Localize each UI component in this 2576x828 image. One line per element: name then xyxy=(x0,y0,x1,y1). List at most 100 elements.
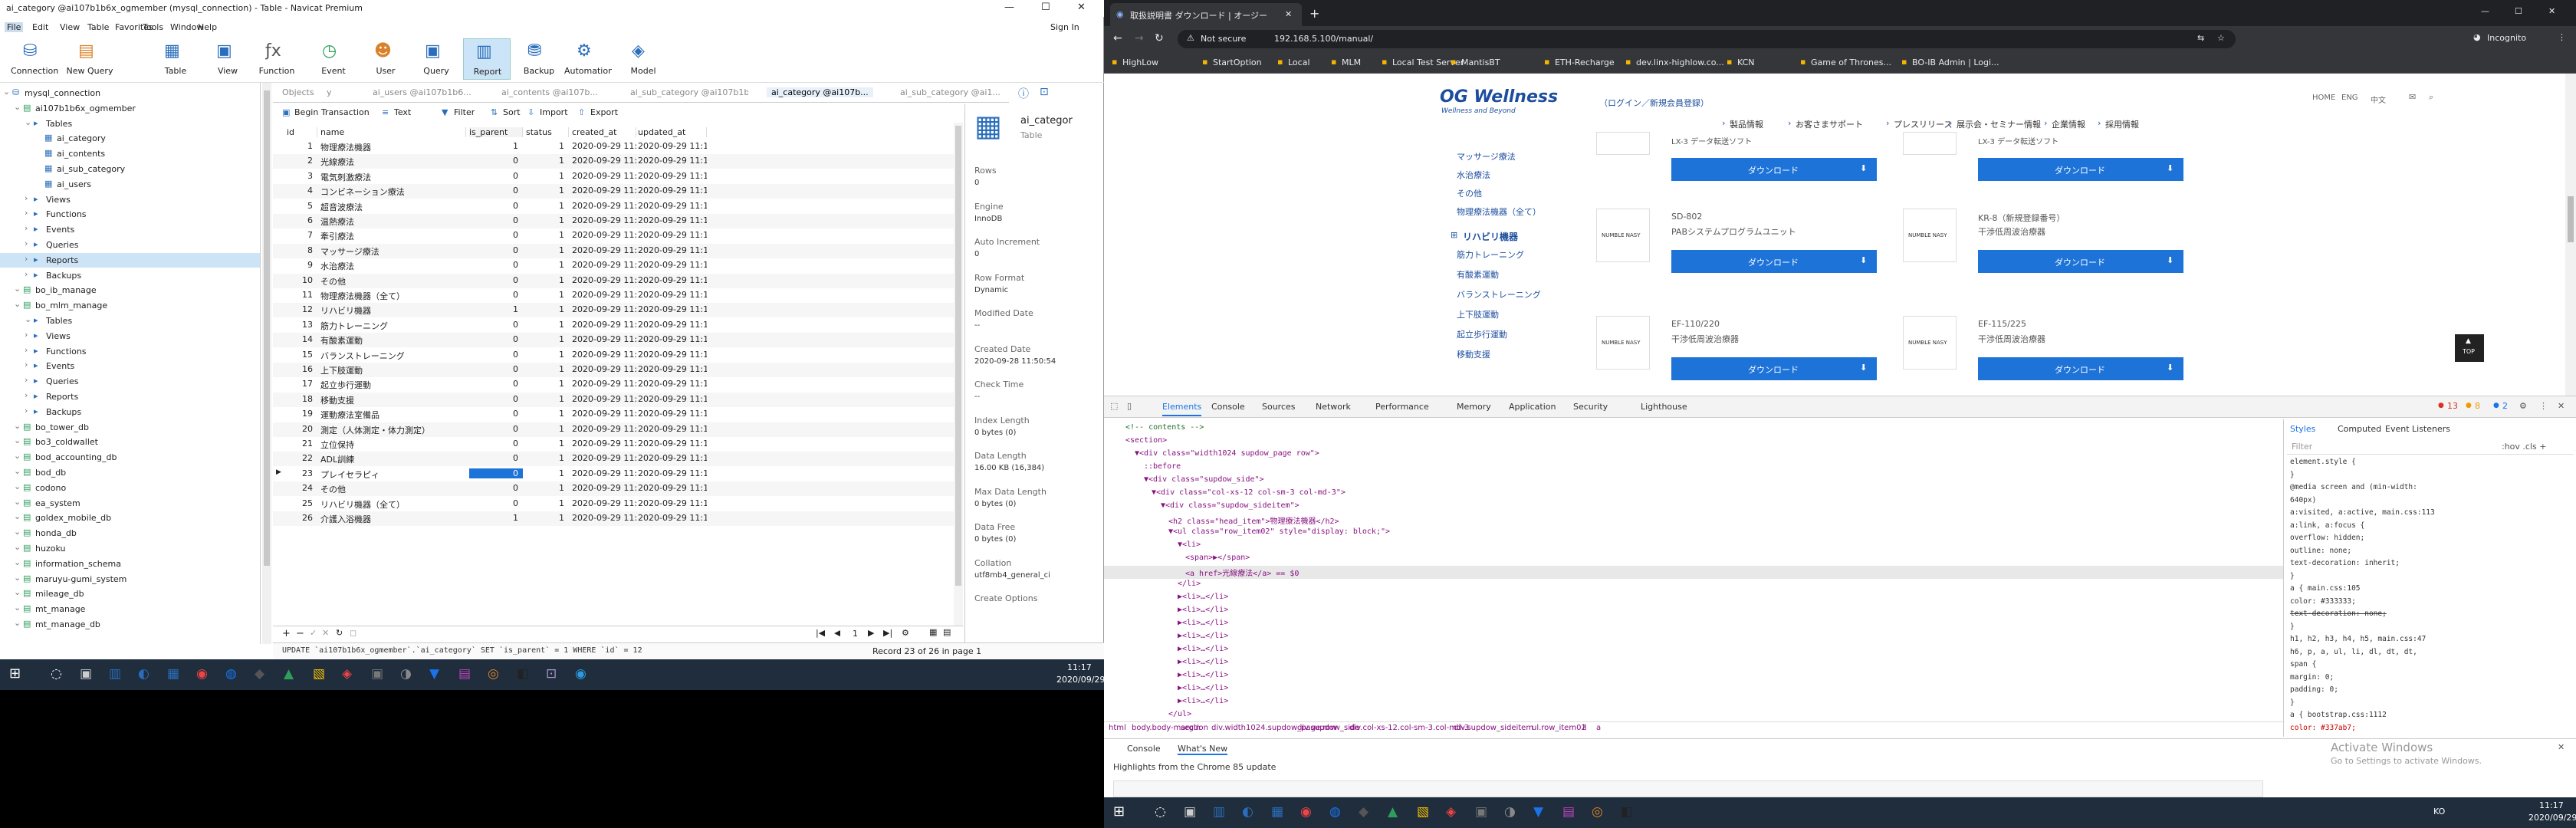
dom-line[interactable]: ▶<li>…</li> xyxy=(1104,592,2283,605)
cell-name[interactable]: マッサージ療法 xyxy=(320,245,466,258)
tab-5[interactable]: ai_category @ai107b... xyxy=(767,87,873,97)
cell-name[interactable]: 電気刺激療法 xyxy=(320,171,466,183)
cell-updated_at[interactable]: 2020-09-29 11:17 xyxy=(638,215,707,225)
chrome-minimize-icon[interactable]: — xyxy=(2481,6,2489,16)
dom-line[interactable]: ::before xyxy=(1104,462,2283,475)
styles-tab-0[interactable]: Styles xyxy=(2290,424,2315,434)
taskbar-app-icon[interactable]: ▣ xyxy=(1184,804,1196,820)
sidebar-link[interactable]: マッサージ療法 xyxy=(1457,150,1516,163)
dom-line[interactable]: ▼<ul class="row_item02" style="display: … xyxy=(1104,527,2283,540)
cell-name[interactable]: リハビリ機器（全て） xyxy=(320,498,466,511)
tree-item-bo-mlm-manage[interactable]: ⌄ ▤ bo_mlm_manage xyxy=(0,298,260,313)
devtools-tab-memory[interactable]: Memory xyxy=(1457,402,1491,412)
mail-icon[interactable]: ✉ xyxy=(2409,92,2416,102)
cell-created_at[interactable]: 2020-09-29 11:1 xyxy=(572,171,636,181)
cell-updated_at[interactable]: 2020-09-29 11:17 xyxy=(638,350,707,360)
tree-item-ai-users[interactable]: ▦ ai_users xyxy=(0,177,260,192)
breadcrumb-item[interactable]: div.supdow_sideitem xyxy=(1454,724,1533,732)
table-row[interactable]: 3 電気刺激療法 0 1 2020-09-29 11:1 2020-09-29 11:17 xyxy=(273,169,957,184)
tree-item-functions[interactable]: › ▸ Functions xyxy=(0,207,260,222)
tree-item-reports[interactable]: › ▸ Reports xyxy=(0,389,260,404)
cell-is_parent[interactable]: 0 xyxy=(469,245,523,255)
cell-id[interactable]: 15 xyxy=(287,350,317,360)
cell-status[interactable]: 1 xyxy=(526,141,569,151)
dom-line[interactable]: ▶<li>…</li> xyxy=(1104,683,2283,696)
bookmark-2[interactable]: Local xyxy=(1288,58,1310,67)
toolbar-model-button[interactable]: ◈ Model xyxy=(619,38,667,80)
cell-status[interactable]: 1 xyxy=(526,409,569,419)
cell-id[interactable]: 23 xyxy=(287,468,317,478)
cell-status[interactable]: 1 xyxy=(526,379,569,389)
menu-file[interactable]: File xyxy=(5,22,24,32)
table-row[interactable]: 15 バランストレーニング 0 1 2020-09-29 11:1 2020-09-29 … xyxy=(273,348,957,363)
cell-is_parent[interactable]: 0 xyxy=(469,186,523,196)
cell-is_parent[interactable]: 0 xyxy=(469,453,523,463)
toolbar-new-query-button[interactable]: ▤ New Query xyxy=(66,38,113,80)
forward-icon[interactable]: → xyxy=(1135,32,1144,44)
dom-line[interactable]: ▼<div class="col-xs-12 col-sm-3 col-md-3… xyxy=(1104,488,2283,501)
tree-item-mysql-connection[interactable]: ⌄ ⛁ mysql_connection xyxy=(0,86,260,100)
cell-name[interactable]: 温熱療法 xyxy=(320,215,466,228)
tree-item-events[interactable]: › ▸ Events xyxy=(0,222,260,237)
table-row[interactable]: 14 有酸素運動 0 1 2020-09-29 11:1 2020-09-29 11:17 xyxy=(273,333,957,348)
dom-line[interactable]: ▼<div class="width1024 supdow_page row"> xyxy=(1104,449,2283,462)
cell-created_at[interactable]: 2020-09-29 11:1 xyxy=(572,453,636,463)
subtoolbar-text-button[interactable]: Text xyxy=(394,107,411,117)
cell-name[interactable]: 牽引療法 xyxy=(320,230,466,242)
sidebar-link[interactable]: 物理療法機器（全て） xyxy=(1457,205,1541,218)
cell-is_parent[interactable]: 0 xyxy=(469,334,523,344)
site-nav-item[interactable]: 企業情報 xyxy=(2052,118,2085,130)
taskbar-app-icon[interactable]: ◐ xyxy=(138,666,150,682)
cell-name[interactable]: その他 xyxy=(320,483,466,495)
dom-line[interactable]: <!-- contents --> xyxy=(1104,422,2283,435)
bookmark-3[interactable]: MLM xyxy=(1342,58,1361,67)
breadcrumb-item[interactable]: div.col-xs-12.col-sm-3.col-md-3 xyxy=(1349,724,1469,732)
tab-3[interactable]: ai_contents @ai107b... xyxy=(497,87,603,97)
sidebar-link[interactable]: 有酸素運動 xyxy=(1457,268,1499,281)
cell-created_at[interactable]: 2020-09-29 11:1 xyxy=(572,498,636,508)
toolbar-backup-button[interactable]: ⛃ Backup xyxy=(515,38,563,80)
cell-name[interactable]: バランストレーニング xyxy=(320,350,466,362)
download-button[interactable]: ダウンロード ⬇ xyxy=(1978,158,2183,181)
tree-item-backups[interactable]: › ▸ Backups xyxy=(0,405,260,419)
product-thumb[interactable]: NUMBLE NASY xyxy=(1596,209,1650,262)
cell-updated_at[interactable]: 2020-09-29 11:17 xyxy=(638,379,707,389)
cell-name[interactable]: プレイセラピィ xyxy=(320,468,466,481)
tab-0[interactable]: Objects xyxy=(278,87,319,97)
new-tab-icon[interactable]: + xyxy=(1309,6,1319,21)
taskbar-app-icon[interactable]: ▼ xyxy=(429,666,439,682)
cell-updated_at[interactable]: 2020-09-29 11:17 xyxy=(638,424,707,434)
cell-created_at[interactable]: 2020-09-29 11:1 xyxy=(572,320,636,330)
taskbar-app-icon[interactable]: ◑ xyxy=(400,666,412,682)
devtools-tab-elements[interactable]: Elements xyxy=(1162,402,1202,416)
page-number[interactable]: 1 xyxy=(853,629,858,639)
devtools-close-icon[interactable]: ✕ xyxy=(2558,401,2564,411)
cell-id[interactable]: 2 xyxy=(287,156,317,166)
breadcrumb-item[interactable]: html xyxy=(1109,724,1126,732)
table-row[interactable]: 16 上下肢運動 0 1 2020-09-29 11:1 2020-09-29 11:17 xyxy=(273,363,957,377)
cell-name[interactable]: 運動療法室備品 xyxy=(320,409,466,421)
cell-id[interactable]: 20 xyxy=(287,424,317,434)
taskbar-app-icon[interactable]: ▧ xyxy=(313,666,325,682)
cell-name[interactable]: 上下肢運動 xyxy=(320,364,466,376)
tree-item-bod-accounting-db[interactable]: ⌄ ▤ bod_accounting_db xyxy=(0,450,260,465)
subtoolbar-filter-button[interactable]: Filter xyxy=(454,107,475,117)
windows-start-icon[interactable]: ⊞ xyxy=(1113,803,1125,820)
cell-updated_at[interactable]: 2020-09-29 11:17 xyxy=(638,513,707,523)
table-row[interactable]: 12 リハビリ機器 1 1 2020-09-29 11:1 2020-09-29 11:1… xyxy=(273,303,957,318)
download-button[interactable]: ダウンロード ⬇ xyxy=(1671,158,1877,181)
cell-updated_at[interactable]: 2020-09-29 11:17 xyxy=(638,394,707,404)
cell-id[interactable]: 25 xyxy=(287,498,317,508)
column-header-id[interactable]: id xyxy=(287,127,317,137)
star-icon[interactable]: ☆ xyxy=(2217,33,2225,43)
table-row[interactable]: 18 移動支援 0 1 2020-09-29 11:1 2020-09-29 11:17 xyxy=(273,392,957,407)
toolbar-query-button[interactable]: ▣ Query xyxy=(412,38,460,80)
cell-created_at[interactable]: 2020-09-29 11:1 xyxy=(572,424,636,434)
bookmark-5[interactable]: MantisBT xyxy=(1461,58,1500,67)
last-page-button[interactable]: ▶| xyxy=(883,628,892,638)
cell-created_at[interactable]: 2020-09-29 11:1 xyxy=(572,141,636,151)
download-button[interactable]: ダウンロード ⬇ xyxy=(1978,250,2183,273)
cell-status[interactable]: 1 xyxy=(526,290,569,300)
cell-updated_at[interactable]: 2020-09-29 11:17 xyxy=(638,334,707,344)
dom-line[interactable]: ▶<li>…</li> xyxy=(1104,644,2283,657)
